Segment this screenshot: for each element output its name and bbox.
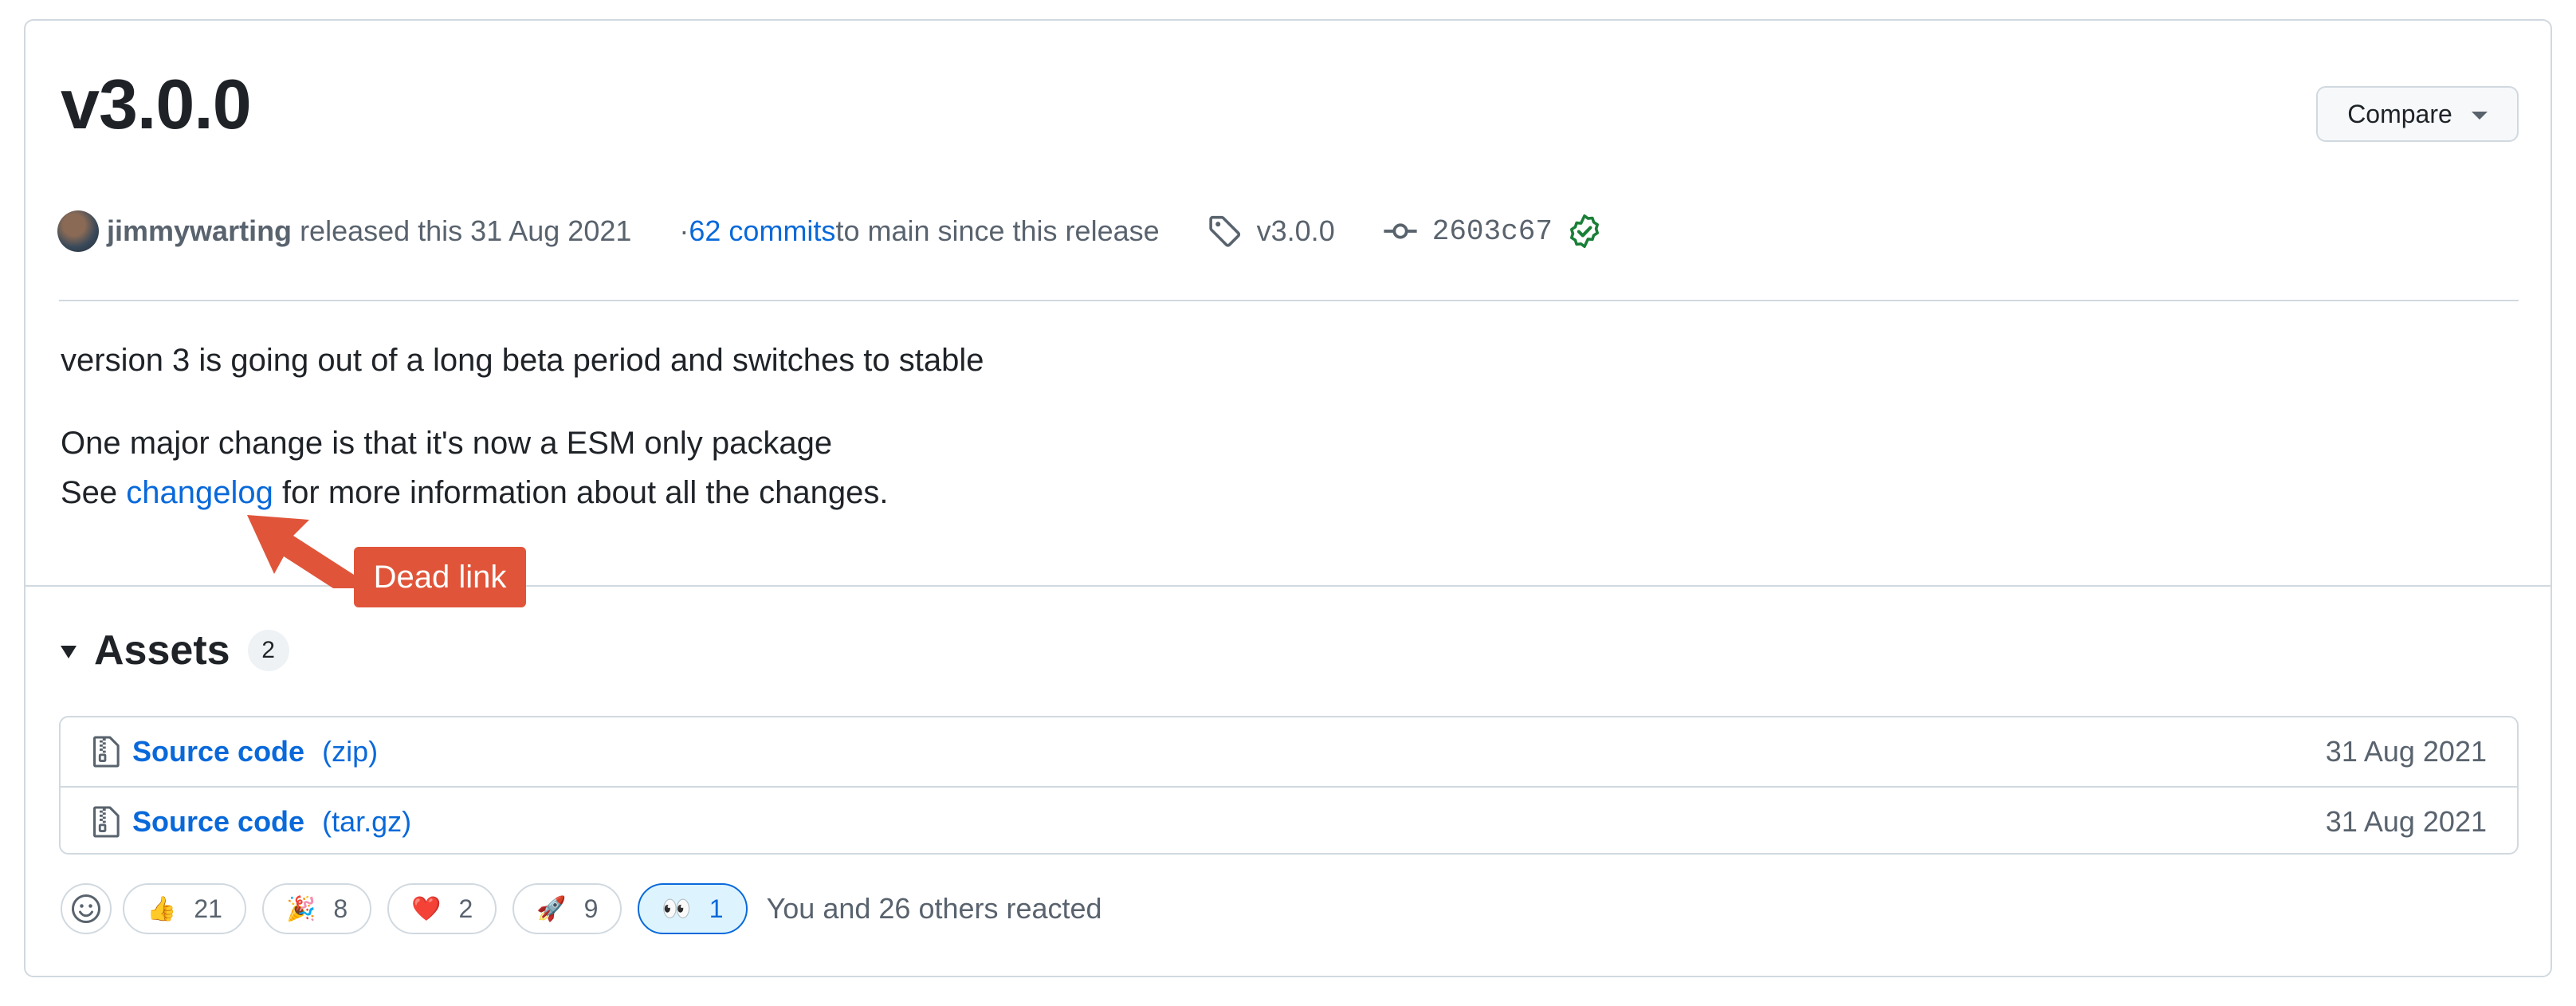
reaction-count: 21 — [194, 894, 222, 923]
asset-ext-link[interactable]: (tar.gz) — [322, 805, 411, 839]
reaction-count: 1 — [709, 894, 724, 923]
heart-icon: ❤️ — [411, 895, 442, 922]
reaction-eyes[interactable]: 👀 1 — [638, 883, 748, 934]
release-card: v3.0.0 Compare jimmywarting released thi… — [24, 19, 2552, 977]
add-reaction-button[interactable] — [61, 883, 112, 934]
commits-prefix: · — [679, 214, 689, 247]
avatar[interactable] — [57, 210, 99, 252]
body-line-1: version 3 is going out of a long beta pe… — [61, 343, 984, 378]
verified-icon[interactable] — [1567, 214, 1602, 249]
asset-name-link[interactable]: Source code — [132, 805, 304, 839]
asset-date: 31 Aug 2021 — [2325, 735, 2487, 768]
rocket-icon: 🚀 — [536, 895, 567, 922]
reactions-bar: 👍 21 🎉 8 ❤️ 2 🚀 9 👀 1 You and 26 others … — [61, 883, 1102, 934]
asset-row: Source code (tar.gz) 31 Aug 2021 — [61, 786, 2517, 856]
reaction-thumbs-up[interactable]: 👍 21 — [123, 883, 246, 934]
assets-title: Assets — [94, 627, 230, 674]
reaction-count: 2 — [458, 894, 473, 923]
tag-icon — [1208, 215, 1240, 247]
released-text: released this 31 Aug 2021 — [300, 214, 632, 247]
commit-sha-link[interactable]: 2603c67 — [1432, 215, 1553, 248]
reaction-rocket[interactable]: 🚀 9 — [512, 883, 622, 934]
compare-label: Compare — [2347, 99, 2452, 128]
eyes-icon: 👀 — [662, 895, 692, 922]
compare-button[interactable]: Compare — [2316, 86, 2519, 142]
triangle-down-icon — [61, 646, 77, 658]
body-line-2: One major change is that it's now a ESM … — [61, 426, 833, 461]
reactions-summary: You and 26 others reacted — [766, 892, 1102, 925]
chevron-down-icon — [2471, 112, 2488, 120]
reaction-count: 9 — [583, 894, 599, 923]
body-line-3-prefix: See — [61, 475, 127, 510]
file-zip-icon — [93, 806, 120, 838]
commits-link[interactable]: 62 commits — [689, 214, 835, 248]
release-title: v3.0.0 — [61, 65, 252, 143]
release-meta: jimmywarting released this 31 Aug 2021 ·… — [57, 206, 1602, 257]
body-line-3: See changelog for more information about… — [61, 475, 888, 511]
reaction-count: 8 — [333, 894, 348, 923]
reaction-hooray[interactable]: 🎉 8 — [261, 883, 372, 934]
tag-link[interactable]: v3.0.0 — [1257, 214, 1335, 248]
reaction-heart[interactable]: ❤️ 2 — [387, 883, 497, 934]
thumbs-up-icon: 👍 — [147, 895, 177, 922]
party-popper-icon: 🎉 — [285, 895, 316, 922]
commit-icon — [1384, 223, 1417, 239]
asset-row: Source code (zip) 31 Aug 2021 — [61, 717, 2517, 786]
assets-list: Source code (zip) 31 Aug 2021 Source cod… — [59, 716, 2519, 855]
commits-suffix: to main since this release — [835, 214, 1160, 247]
assets-count-badge: 2 — [247, 630, 289, 671]
annotation-label: Dead link — [354, 547, 526, 607]
file-zip-icon — [93, 736, 120, 768]
asset-ext-link[interactable]: (zip) — [322, 735, 378, 768]
assets-toggle[interactable]: Assets 2 — [61, 627, 289, 674]
author-link[interactable]: jimmywarting — [107, 214, 292, 248]
asset-name-link[interactable]: Source code — [132, 735, 304, 768]
asset-date: 31 Aug 2021 — [2325, 805, 2487, 838]
smiley-icon — [72, 894, 100, 923]
header-divider — [59, 300, 2519, 301]
